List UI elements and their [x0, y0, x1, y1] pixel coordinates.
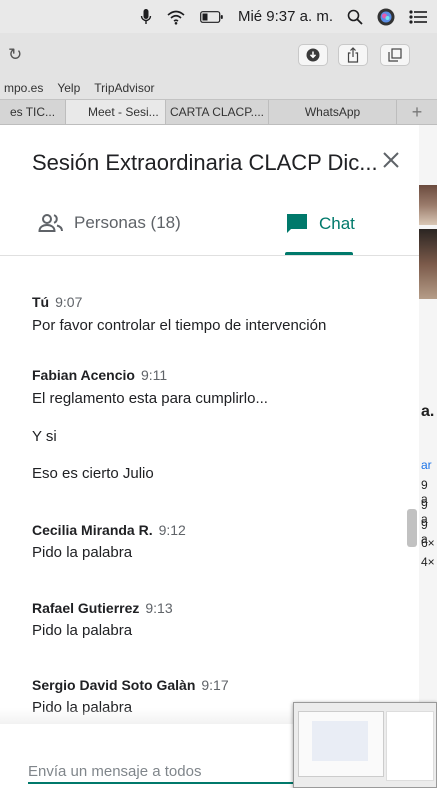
message-text: Pido la palabra	[32, 544, 133, 561]
message-header: Tú 9:07	[32, 294, 82, 310]
screenshot-thumbnail[interactable]	[293, 702, 437, 788]
browser-tabs: es TIC... Meet - Sesi... CARTA CLACP....…	[0, 99, 437, 125]
background-thumbnail	[419, 229, 437, 299]
tab-chat-label: Chat	[319, 214, 355, 233]
message-text: Pido la palabra	[32, 622, 133, 639]
message-text: Eso es cierto Julio	[32, 465, 154, 482]
battery-icon[interactable]	[200, 10, 224, 23]
browser-tab-label: Meet - Sesi...	[88, 105, 159, 119]
background-thumbnail	[419, 185, 437, 225]
background-text: ar	[421, 458, 432, 472]
message-text: Por favor controlar el tiempo de interve…	[32, 317, 327, 334]
message-text: Y si	[32, 428, 57, 445]
browser-tab[interactable]: es TIC...	[0, 100, 66, 124]
menubar: Mié 9:37 a. m.	[0, 0, 437, 33]
share-icon	[347, 47, 359, 63]
tab-people[interactable]: Personas (18)	[38, 213, 181, 233]
close-icon[interactable]	[380, 149, 402, 171]
bookmarks-bar: mpo.es Yelp TripAdvisor	[0, 77, 437, 99]
downloads-button[interactable]	[298, 44, 328, 66]
new-tab-button[interactable]: +	[397, 100, 437, 124]
microphone-icon[interactable]	[140, 8, 152, 26]
tab-overview-button[interactable]	[380, 44, 410, 66]
thumbnail-sidebar	[386, 711, 434, 781]
message-sender: Sergio David Soto Galàn	[32, 677, 196, 693]
background-text: 4×	[421, 555, 435, 569]
siri-icon[interactable]	[377, 8, 395, 26]
reload-icon[interactable]: ↻	[8, 45, 22, 65]
browser-tab-active[interactable]: Meet - Sesi...	[66, 100, 166, 124]
message-header: Rafael Gutierrez 9:13	[32, 600, 173, 616]
message-time: 9:17	[201, 677, 229, 693]
people-icon	[38, 214, 63, 232]
message-time: 9:07	[55, 294, 83, 310]
chat-scrollbar[interactable]	[407, 509, 417, 547]
message-sender: Rafael Gutierrez	[32, 600, 140, 616]
meet-side-panel: Sesión Extraordinaria CLACP Dic... Perso…	[0, 125, 419, 788]
background-text: 6×	[421, 536, 435, 550]
browser-toolbar: ↻	[0, 33, 437, 77]
chat-message-input[interactable]	[28, 761, 328, 781]
control-center-icon[interactable]	[409, 9, 427, 24]
download-icon	[306, 48, 320, 62]
browser-tab[interactable]: WhatsApp	[269, 100, 397, 124]
message-sender: Fabian Acencio	[32, 367, 135, 383]
wifi-icon[interactable]	[166, 9, 186, 25]
tab-chat[interactable]: Chat	[285, 213, 355, 235]
share-button[interactable]	[338, 44, 368, 66]
spotlight-search-icon[interactable]	[347, 9, 363, 25]
tab-people-label: Personas (18)	[74, 213, 181, 232]
meeting-title: Sesión Extraordinaria CLACP Dic...	[32, 150, 378, 175]
bookmark-item[interactable]: Yelp	[57, 81, 80, 95]
tabs-icon	[388, 48, 402, 62]
message-time: 9:12	[158, 522, 186, 538]
thumbnail-content	[312, 721, 368, 761]
message-text: El reglamento esta para cumplirlo...	[32, 390, 268, 407]
background-text: a.	[421, 403, 435, 420]
message-header: Fabian Acencio 9:11	[32, 367, 167, 383]
bookmark-item[interactable]: mpo.es	[4, 81, 43, 95]
message-header: Sergio David Soto Galàn 9:17	[32, 677, 229, 693]
chat-icon	[287, 214, 307, 233]
input-underline	[28, 782, 320, 784]
message-header: Cecilia Miranda R. 9:12	[32, 522, 186, 538]
background-page: a. ar 9 a 9 a 9 a 6× 4×	[419, 125, 437, 788]
message-sender: Tú	[32, 294, 50, 310]
menubar-datetime[interactable]: Mié 9:37 a. m.	[238, 8, 333, 25]
message-time: 9:11	[140, 367, 168, 383]
message-time: 9:13	[145, 600, 173, 616]
bookmark-item[interactable]: TripAdvisor	[94, 81, 154, 95]
message-sender: Cecilia Miranda R.	[32, 522, 153, 538]
divider	[0, 255, 419, 256]
browser-tab[interactable]: CARTA CLACP....	[166, 100, 269, 124]
